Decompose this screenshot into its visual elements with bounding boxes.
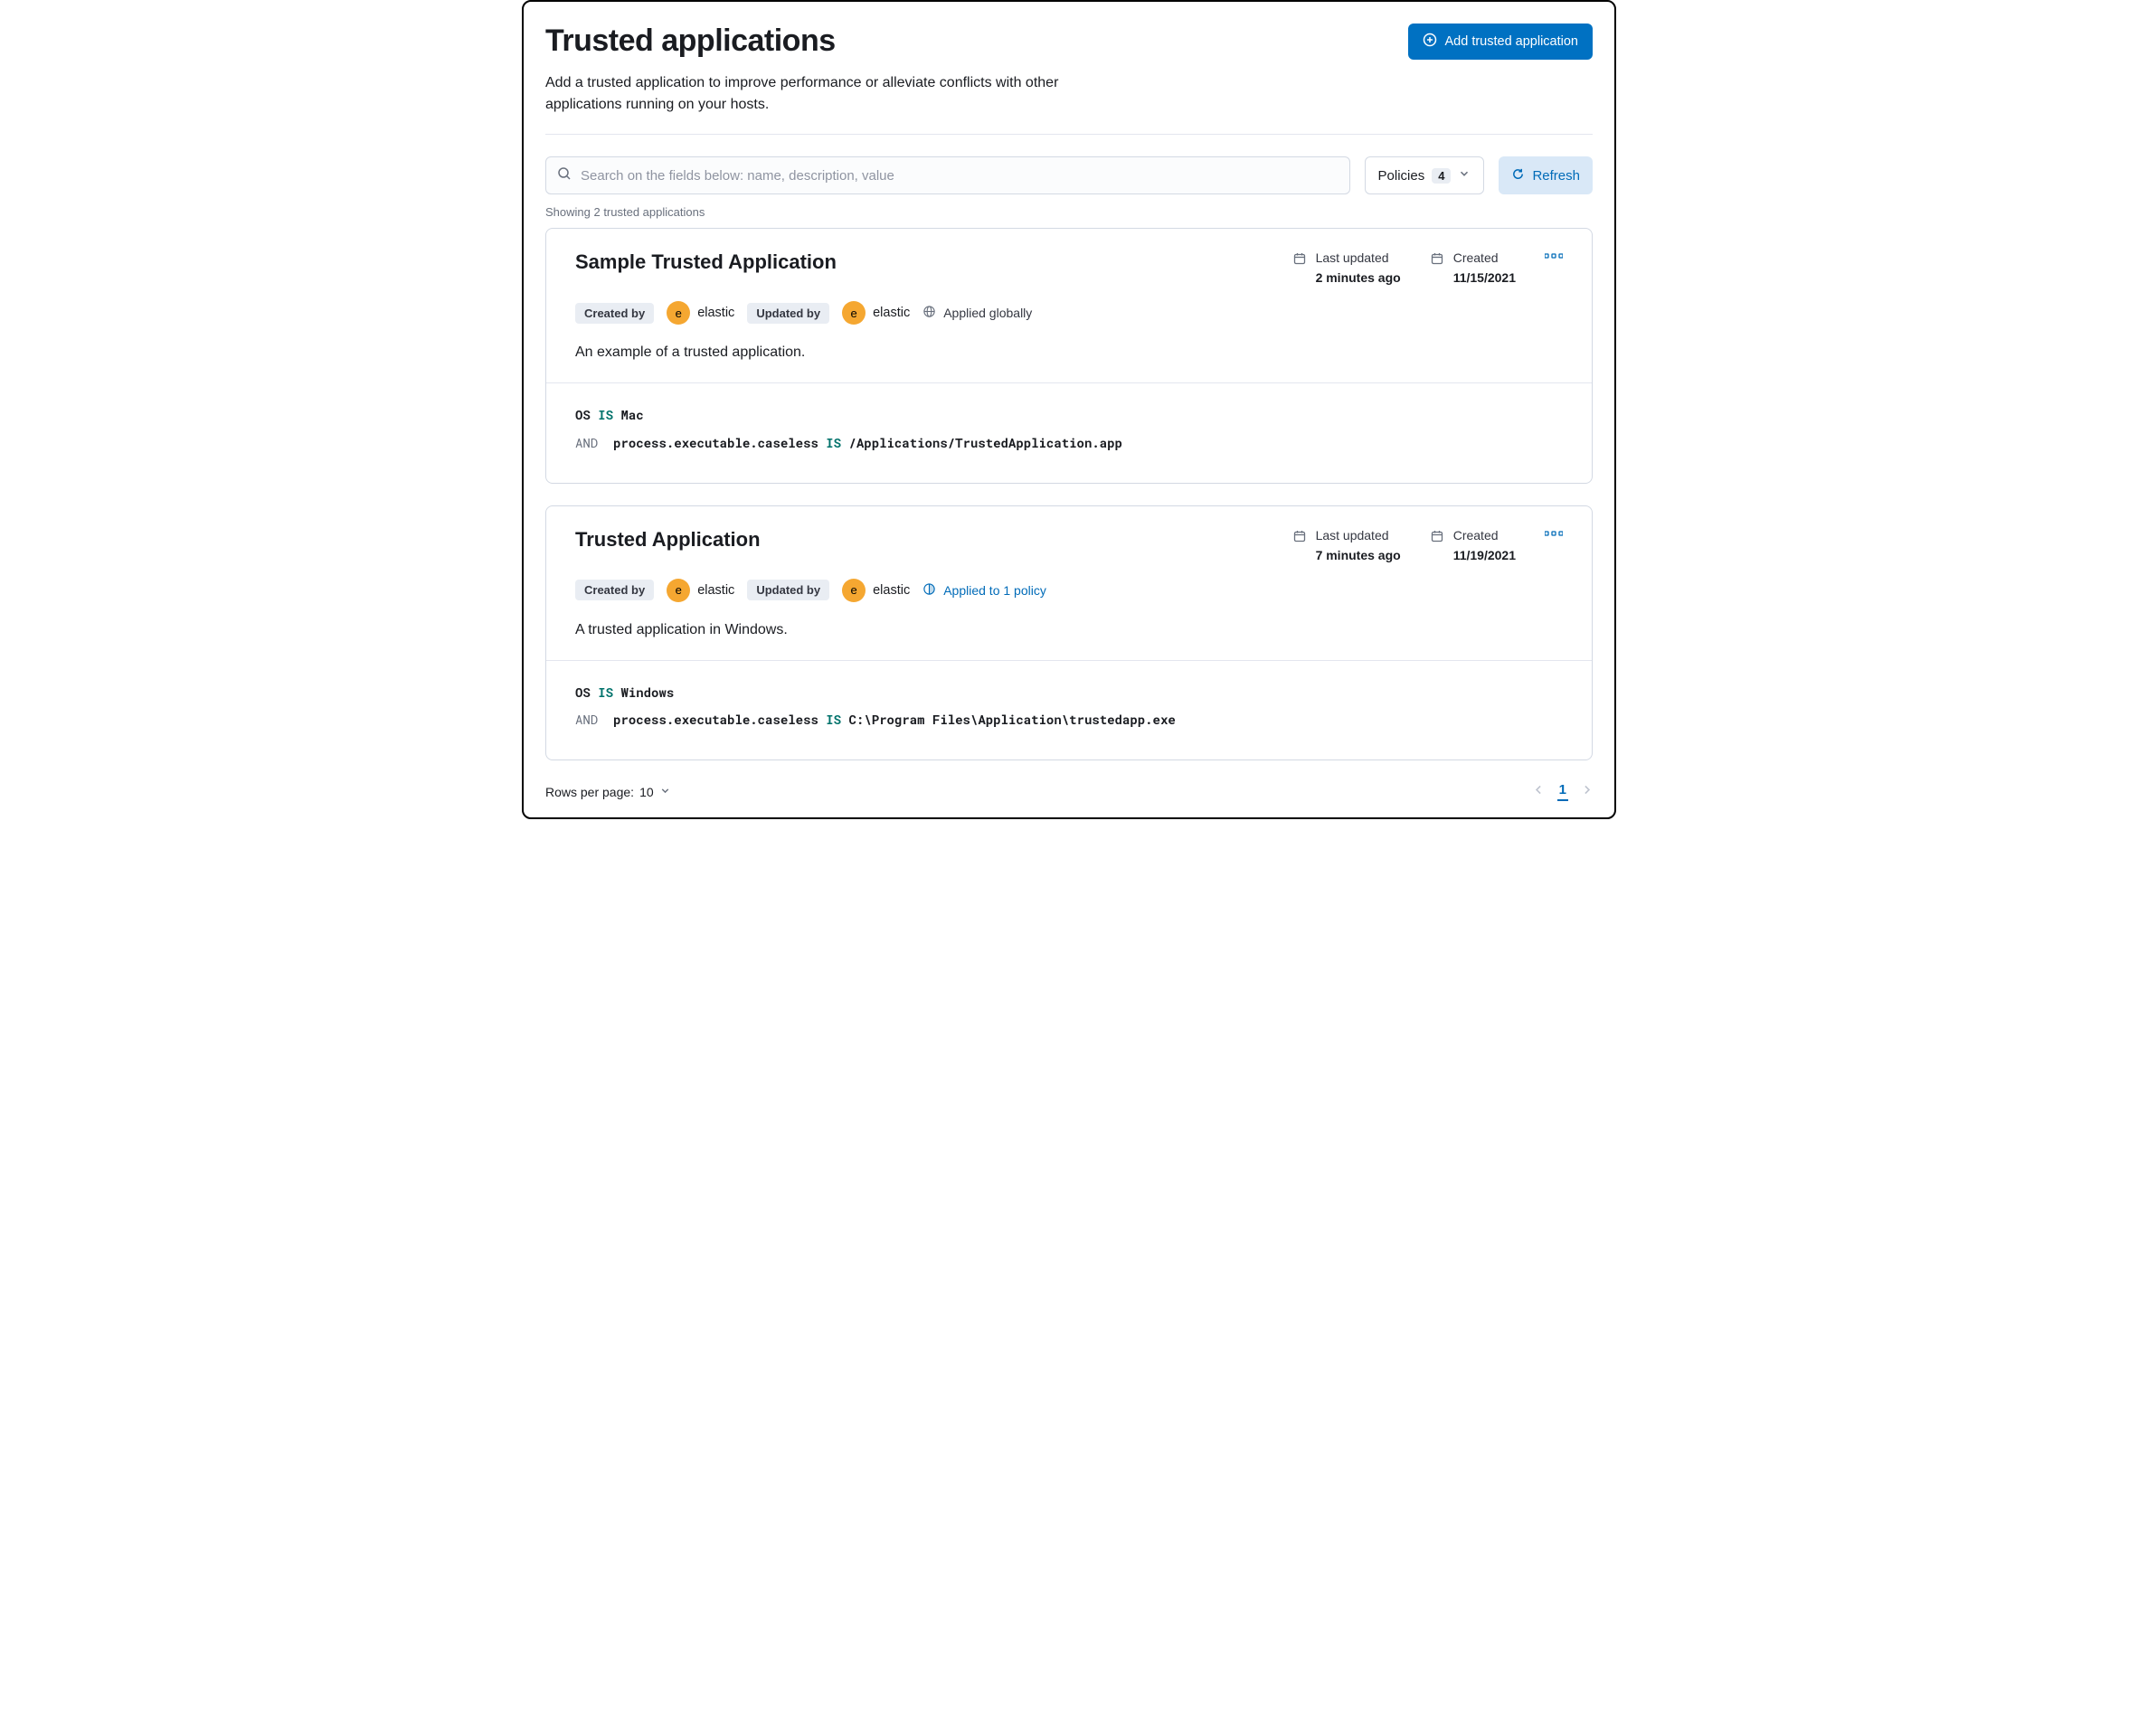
search-icon	[557, 166, 572, 185]
created-meta: Created 11/15/2021	[1430, 250, 1516, 285]
plus-circle-icon	[1423, 33, 1437, 51]
card-conditions: OS IS MacAND process.executable.caseless…	[546, 382, 1592, 483]
chevron-down-icon	[659, 785, 671, 799]
card-conditions: OS IS WindowsAND process.executable.case…	[546, 660, 1592, 760]
updated-by-label: Updated by	[747, 303, 829, 324]
page-title: Trusted applications	[545, 24, 836, 59]
refresh-button[interactable]: Refresh	[1499, 156, 1593, 194]
policies-count-badge: 4	[1432, 168, 1451, 184]
add-button-label: Add trusted application	[1444, 34, 1578, 49]
policies-label: Policies	[1378, 168, 1425, 184]
avatar: e	[667, 579, 690, 602]
calendar-icon	[1430, 528, 1444, 548]
avatar: e	[667, 301, 690, 325]
created-by-label: Created by	[575, 303, 654, 324]
partial-globe-icon	[922, 582, 936, 599]
created-by-user: e elastic	[667, 579, 734, 602]
card-description: An example of a trusted application.	[575, 344, 1563, 361]
created-by-user: e elastic	[667, 301, 734, 325]
created-meta: Created 11/19/2021	[1430, 528, 1516, 562]
trusted-app-card: Trusted Application Last updated 7 minut…	[545, 505, 1593, 761]
divider	[545, 134, 1593, 135]
created-value: 11/15/2021	[1453, 270, 1516, 285]
pager-prev-button[interactable]	[1533, 784, 1545, 800]
updated-by-user: e elastic	[842, 301, 910, 325]
avatar: e	[842, 579, 866, 602]
refresh-icon	[1511, 167, 1525, 184]
rows-per-page-value: 10	[639, 785, 654, 799]
username: elastic	[697, 583, 734, 598]
last-updated-meta: Last updated 2 minutes ago	[1292, 250, 1401, 285]
card-title: Sample Trusted Application	[575, 250, 837, 274]
pager-page-1[interactable]: 1	[1557, 782, 1568, 801]
last-updated-label: Last updated	[1316, 528, 1401, 542]
calendar-icon	[1292, 528, 1307, 548]
policies-filter-button[interactable]: Policies 4	[1365, 156, 1485, 194]
last-updated-value: 2 minutes ago	[1316, 270, 1401, 285]
page-subtitle: Add a trusted application to improve per…	[545, 72, 1124, 116]
scope-text: Applied to 1 policy	[943, 583, 1046, 598]
created-value: 11/19/2021	[1453, 548, 1516, 562]
last-updated-meta: Last updated 7 minutes ago	[1292, 528, 1401, 562]
last-updated-value: 7 minutes ago	[1316, 548, 1401, 562]
updated-by-user: e elastic	[842, 579, 910, 602]
username: elastic	[873, 306, 910, 320]
add-trusted-application-button[interactable]: Add trusted application	[1408, 24, 1593, 60]
calendar-icon	[1430, 250, 1444, 270]
username: elastic	[697, 306, 734, 320]
created-by-label: Created by	[575, 580, 654, 600]
last-updated-label: Last updated	[1316, 250, 1401, 265]
globe-icon	[922, 305, 936, 321]
chevron-down-icon	[1458, 167, 1471, 184]
card-more-actions-button[interactable]	[1545, 250, 1563, 259]
applied-scope: Applied globally	[922, 305, 1032, 321]
pager-next-button[interactable]	[1581, 784, 1593, 800]
search-field[interactable]	[545, 156, 1350, 194]
card-description: A trusted application in Windows.	[575, 622, 1563, 638]
username: elastic	[873, 583, 910, 598]
calendar-icon	[1292, 250, 1307, 270]
search-input[interactable]	[572, 168, 1339, 184]
created-label: Created	[1453, 250, 1516, 265]
card-more-actions-button[interactable]	[1545, 528, 1563, 536]
result-count: Showing 2 trusted applications	[545, 205, 1593, 219]
trusted-app-card: Sample Trusted Application Last updated …	[545, 228, 1593, 484]
created-label: Created	[1453, 528, 1516, 542]
card-title: Trusted Application	[575, 528, 761, 552]
avatar: e	[842, 301, 866, 325]
scope-text: Applied globally	[943, 306, 1032, 320]
updated-by-label: Updated by	[747, 580, 829, 600]
rows-per-page-selector[interactable]: Rows per page: 10	[545, 785, 671, 799]
rows-per-page-label: Rows per page:	[545, 785, 634, 799]
refresh-label: Refresh	[1532, 168, 1580, 184]
applied-scope-link[interactable]: Applied to 1 policy	[922, 582, 1046, 599]
